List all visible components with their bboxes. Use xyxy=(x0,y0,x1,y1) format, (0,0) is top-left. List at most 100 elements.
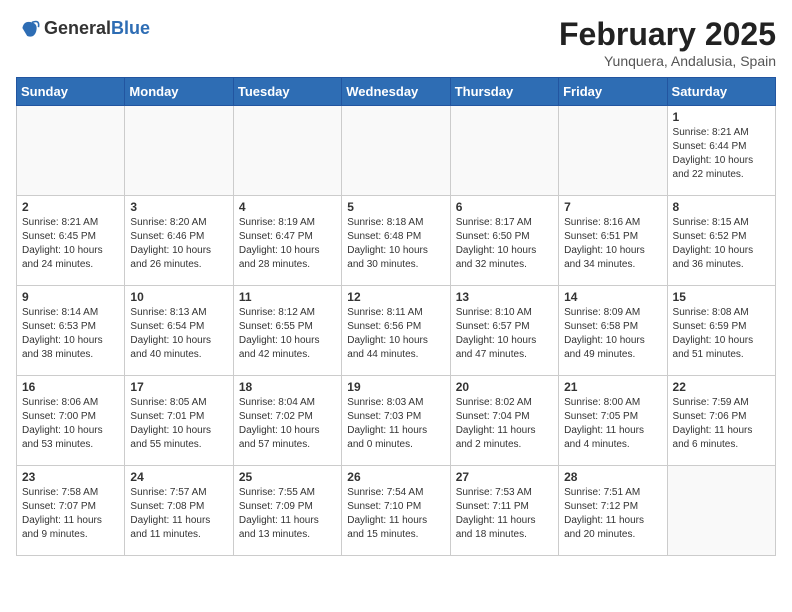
weekday-header-monday: Monday xyxy=(125,78,233,106)
day-number: 14 xyxy=(564,290,661,304)
logo-general: General xyxy=(44,18,111,38)
day-number: 7 xyxy=(564,200,661,214)
day-cell: 2 Sunrise: 8:21 AM Sunset: 6:45 PM Daylig… xyxy=(17,196,125,286)
day-number: 6 xyxy=(456,200,553,214)
day-cell: 3 Sunrise: 8:20 AM Sunset: 6:46 PM Daylig… xyxy=(125,196,233,286)
day-number: 17 xyxy=(130,380,227,394)
day-cell: 11 Sunrise: 8:12 AM Sunset: 6:55 PM Dayli… xyxy=(233,286,341,376)
day-number: 19 xyxy=(347,380,444,394)
day-number: 22 xyxy=(673,380,770,394)
day-cell: 12 Sunrise: 8:11 AM Sunset: 6:56 PM Dayli… xyxy=(342,286,450,376)
logo: GeneralBlue xyxy=(16,16,150,40)
day-info: Sunrise: 8:12 AM Sunset: 6:55 PM Dayligh… xyxy=(239,306,336,362)
day-cell xyxy=(17,106,125,196)
day-cell: 22 Sunrise: 7:59 AM Sunset: 7:06 PM Dayli… xyxy=(667,376,775,466)
day-cell: 16 Sunrise: 8:06 AM Sunset: 7:00 PM Dayli… xyxy=(17,376,125,466)
day-info: Sunrise: 8:21 AM Sunset: 6:45 PM Dayligh… xyxy=(22,216,119,272)
day-cell: 28 Sunrise: 7:51 AM Sunset: 7:12 PM Dayli… xyxy=(559,466,667,556)
day-number: 16 xyxy=(22,380,119,394)
day-cell: 9 Sunrise: 8:14 AM Sunset: 6:53 PM Daylig… xyxy=(17,286,125,376)
day-cell xyxy=(342,106,450,196)
day-info: Sunrise: 7:55 AM Sunset: 7:09 PM Dayligh… xyxy=(239,486,336,542)
day-cell: 23 Sunrise: 7:58 AM Sunset: 7:07 PM Dayli… xyxy=(17,466,125,556)
logo-blue: Blue xyxy=(111,18,150,38)
day-number: 23 xyxy=(22,470,119,484)
day-number: 10 xyxy=(130,290,227,304)
weekday-header-tuesday: Tuesday xyxy=(233,78,341,106)
day-number: 26 xyxy=(347,470,444,484)
month-title: February 2025 xyxy=(559,16,776,53)
day-cell xyxy=(125,106,233,196)
day-info: Sunrise: 8:04 AM Sunset: 7:02 PM Dayligh… xyxy=(239,396,336,452)
logo-icon xyxy=(16,16,40,40)
week-row-3: 9 Sunrise: 8:14 AM Sunset: 6:53 PM Daylig… xyxy=(17,286,776,376)
day-cell: 18 Sunrise: 8:04 AM Sunset: 7:02 PM Dayli… xyxy=(233,376,341,466)
day-info: Sunrise: 8:08 AM Sunset: 6:59 PM Dayligh… xyxy=(673,306,770,362)
day-info: Sunrise: 8:06 AM Sunset: 7:00 PM Dayligh… xyxy=(22,396,119,452)
day-info: Sunrise: 8:03 AM Sunset: 7:03 PM Dayligh… xyxy=(347,396,444,452)
day-cell: 17 Sunrise: 8:05 AM Sunset: 7:01 PM Dayli… xyxy=(125,376,233,466)
week-row-5: 23 Sunrise: 7:58 AM Sunset: 7:07 PM Dayli… xyxy=(17,466,776,556)
day-info: Sunrise: 8:15 AM Sunset: 6:52 PM Dayligh… xyxy=(673,216,770,272)
day-cell: 26 Sunrise: 7:54 AM Sunset: 7:10 PM Dayli… xyxy=(342,466,450,556)
day-info: Sunrise: 7:58 AM Sunset: 7:07 PM Dayligh… xyxy=(22,486,119,542)
day-cell: 7 Sunrise: 8:16 AM Sunset: 6:51 PM Daylig… xyxy=(559,196,667,286)
day-number: 13 xyxy=(456,290,553,304)
day-cell: 14 Sunrise: 8:09 AM Sunset: 6:58 PM Dayli… xyxy=(559,286,667,376)
day-number: 11 xyxy=(239,290,336,304)
week-row-1: 1Sunrise: 8:21 AM Sunset: 6:44 PM Daylig… xyxy=(17,106,776,196)
location: Yunquera, Andalusia, Spain xyxy=(559,53,776,69)
day-info: Sunrise: 8:02 AM Sunset: 7:04 PM Dayligh… xyxy=(456,396,553,452)
day-cell: 20 Sunrise: 8:02 AM Sunset: 7:04 PM Dayli… xyxy=(450,376,558,466)
weekday-header-friday: Friday xyxy=(559,78,667,106)
day-info: Sunrise: 8:05 AM Sunset: 7:01 PM Dayligh… xyxy=(130,396,227,452)
day-number: 21 xyxy=(564,380,661,394)
day-number: 8 xyxy=(673,200,770,214)
weekday-header-sunday: Sunday xyxy=(17,78,125,106)
day-number: 28 xyxy=(564,470,661,484)
day-info: Sunrise: 8:10 AM Sunset: 6:57 PM Dayligh… xyxy=(456,306,553,362)
day-number: 24 xyxy=(130,470,227,484)
day-info: Sunrise: 8:14 AM Sunset: 6:53 PM Dayligh… xyxy=(22,306,119,362)
week-row-4: 16 Sunrise: 8:06 AM Sunset: 7:00 PM Dayli… xyxy=(17,376,776,466)
day-number: 25 xyxy=(239,470,336,484)
day-cell: 4Sunrise: 8:19 AM Sunset: 6:47 PM Daylig… xyxy=(233,196,341,286)
day-number: 9 xyxy=(22,290,119,304)
day-cell: 6 Sunrise: 8:17 AM Sunset: 6:50 PM Daylig… xyxy=(450,196,558,286)
day-cell xyxy=(233,106,341,196)
day-number: 2 xyxy=(22,200,119,214)
day-number: 20 xyxy=(456,380,553,394)
day-info: Sunrise: 8:00 AM Sunset: 7:05 PM Dayligh… xyxy=(564,396,661,452)
day-cell: 19 Sunrise: 8:03 AM Sunset: 7:03 PM Dayli… xyxy=(342,376,450,466)
day-cell: 24 Sunrise: 7:57 AM Sunset: 7:08 PM Dayli… xyxy=(125,466,233,556)
day-cell: 21 Sunrise: 8:00 AM Sunset: 7:05 PM Dayli… xyxy=(559,376,667,466)
day-info: Sunrise: 7:51 AM Sunset: 7:12 PM Dayligh… xyxy=(564,486,661,542)
day-info: Sunrise: 8:09 AM Sunset: 6:58 PM Dayligh… xyxy=(564,306,661,362)
day-info: Sunrise: 7:53 AM Sunset: 7:11 PM Dayligh… xyxy=(456,486,553,542)
title-block: February 2025 Yunquera, Andalusia, Spain xyxy=(559,16,776,69)
day-info: Sunrise: 8:19 AM Sunset: 6:47 PM Dayligh… xyxy=(239,216,336,272)
week-row-2: 2 Sunrise: 8:21 AM Sunset: 6:45 PM Daylig… xyxy=(17,196,776,286)
day-info: Sunrise: 8:18 AM Sunset: 6:48 PM Dayligh… xyxy=(347,216,444,272)
day-info: Sunrise: 8:17 AM Sunset: 6:50 PM Dayligh… xyxy=(456,216,553,272)
day-info: Sunrise: 8:16 AM Sunset: 6:51 PM Dayligh… xyxy=(564,216,661,272)
day-cell: 10Sunrise: 8:13 AM Sunset: 6:54 PM Dayli… xyxy=(125,286,233,376)
day-number: 12 xyxy=(347,290,444,304)
day-cell: 27 Sunrise: 7:53 AM Sunset: 7:11 PM Dayli… xyxy=(450,466,558,556)
day-number: 15 xyxy=(673,290,770,304)
day-info: Sunrise: 7:54 AM Sunset: 7:10 PM Dayligh… xyxy=(347,486,444,542)
day-number: 27 xyxy=(456,470,553,484)
day-info: Sunrise: 8:11 AM Sunset: 6:56 PM Dayligh… xyxy=(347,306,444,362)
day-cell: 15 Sunrise: 8:08 AM Sunset: 6:59 PM Dayli… xyxy=(667,286,775,376)
day-info: Sunrise: 7:57 AM Sunset: 7:08 PM Dayligh… xyxy=(130,486,227,542)
day-number: 3 xyxy=(130,200,227,214)
day-cell: 8 Sunrise: 8:15 AM Sunset: 6:52 PM Daylig… xyxy=(667,196,775,286)
day-cell: 1Sunrise: 8:21 AM Sunset: 6:44 PM Daylig… xyxy=(667,106,775,196)
day-info: Sunrise: 8:20 AM Sunset: 6:46 PM Dayligh… xyxy=(130,216,227,272)
day-cell: 13 Sunrise: 8:10 AM Sunset: 6:57 PM Dayli… xyxy=(450,286,558,376)
day-info: Sunrise: 8:21 AM Sunset: 6:44 PM Dayligh… xyxy=(673,126,770,182)
day-number: 5 xyxy=(347,200,444,214)
day-info: Sunrise: 7:59 AM Sunset: 7:06 PM Dayligh… xyxy=(673,396,770,452)
page-header: GeneralBlue February 2025 Yunquera, Anda… xyxy=(16,16,776,69)
day-number: 18 xyxy=(239,380,336,394)
